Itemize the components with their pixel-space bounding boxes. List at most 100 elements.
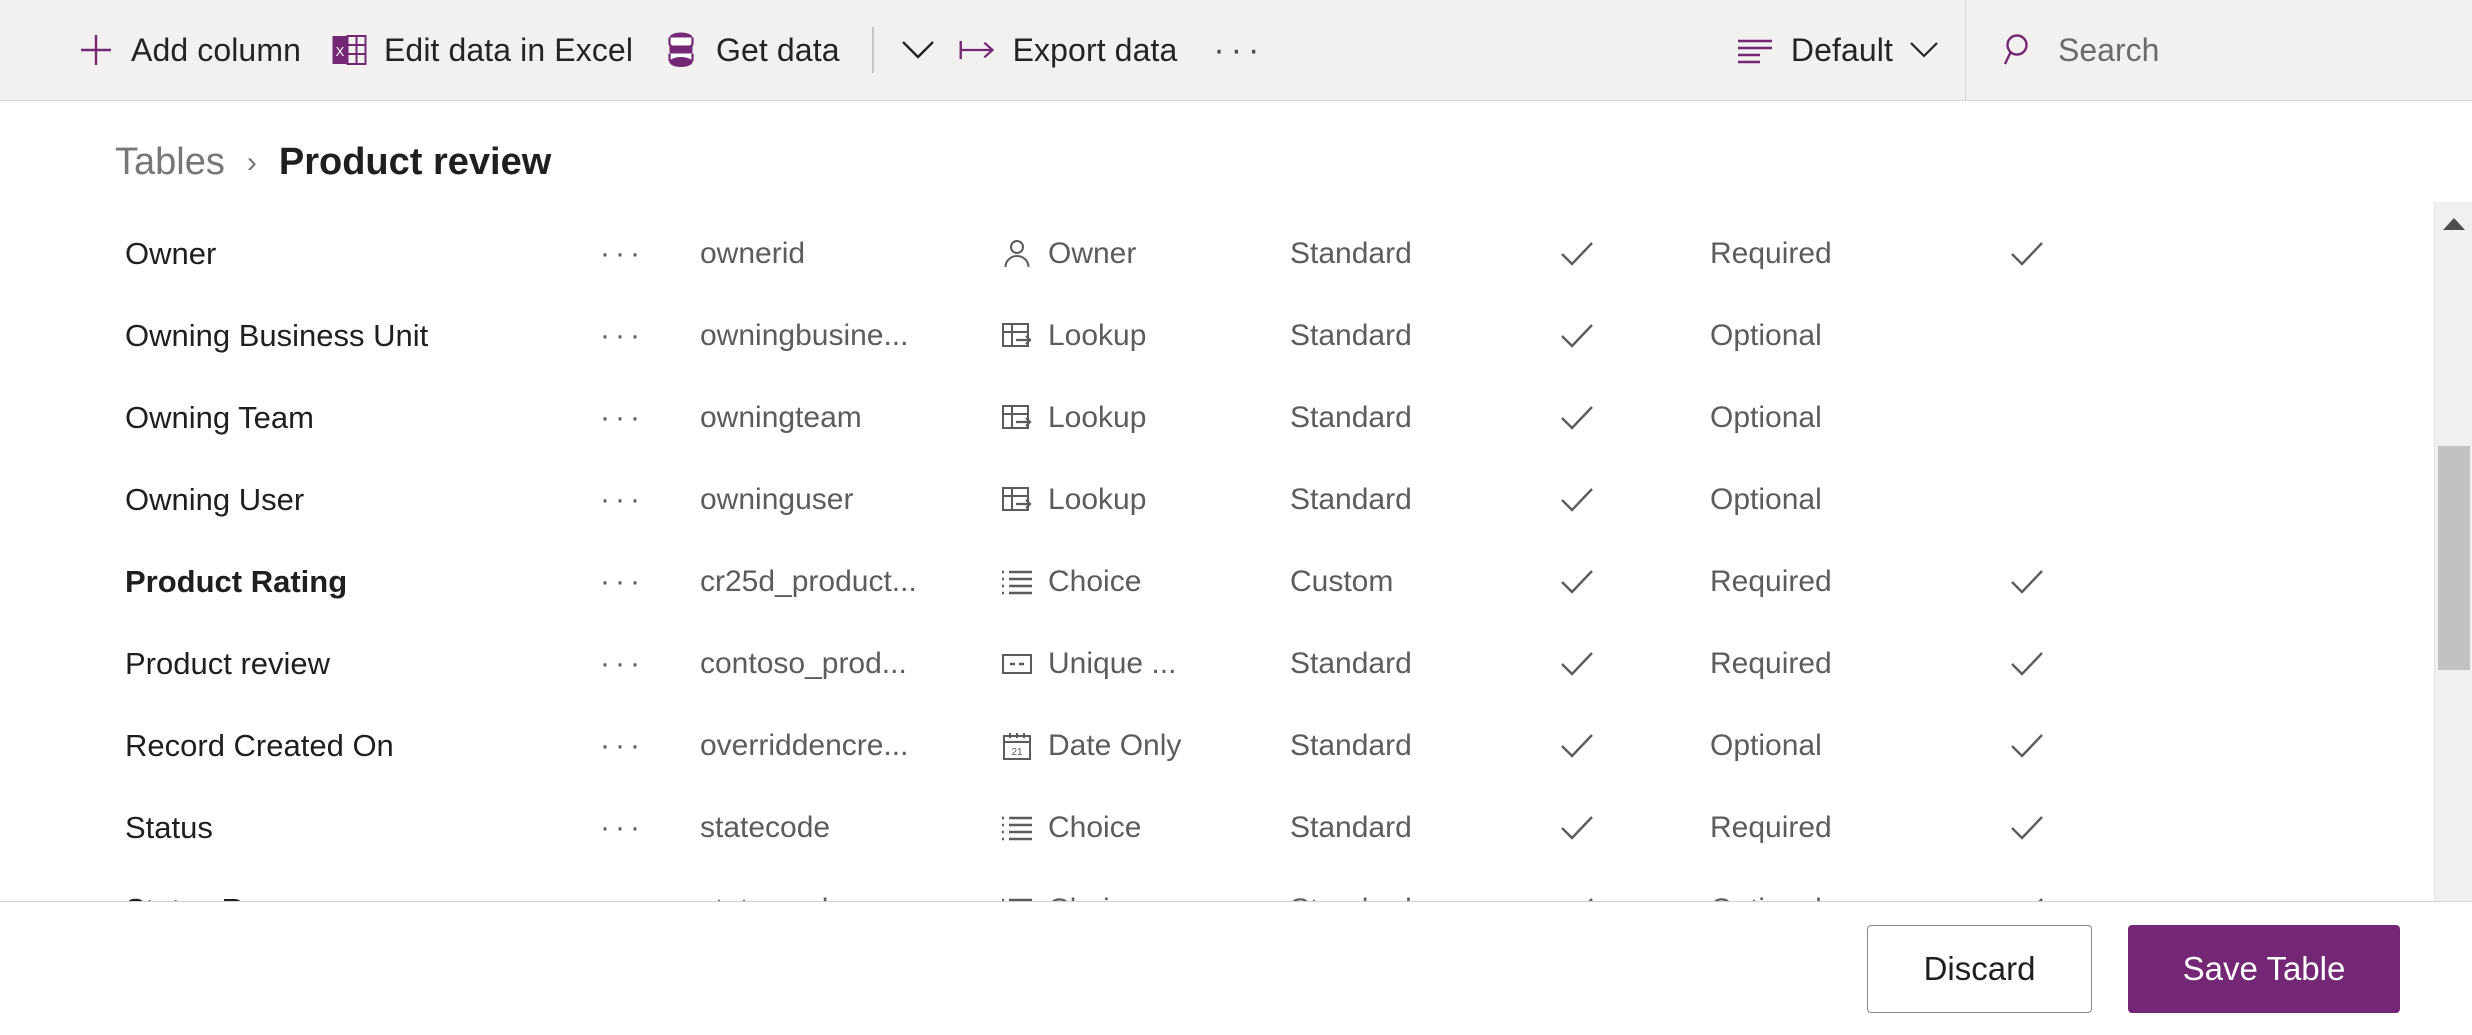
get-data-label: Get data	[716, 31, 840, 68]
export-data-label: Export data	[1012, 31, 1178, 68]
check-icon	[2010, 651, 2044, 677]
column-data-type: Owner	[1000, 237, 1290, 271]
search-input[interactable]: Search	[1966, 0, 2472, 100]
column-display-name: Owner	[125, 236, 217, 271]
table-row[interactable]: Status ··· statecode Choice Standard Required	[0, 787, 2434, 869]
command-bar-divider	[871, 27, 874, 73]
svg-text:21: 21	[1011, 747, 1023, 758]
view-chevron-down-icon	[1909, 40, 1939, 60]
column-customization: Standard	[1290, 647, 1412, 680]
get-data-chevron-down-icon[interactable]	[892, 0, 944, 100]
check-icon	[1560, 487, 1594, 513]
check-icon	[1560, 241, 1594, 267]
column-customization: Standard	[1290, 729, 1412, 762]
column-data-type: Lookup	[1000, 401, 1290, 435]
column-data-type-label: Lookup	[1048, 319, 1147, 352]
row-more-options-button[interactable]: ···	[600, 567, 700, 597]
column-searchable-check	[1560, 487, 1710, 513]
column-logical-name: statecode	[700, 811, 831, 844]
table-row[interactable]: Record Created On ··· overriddencre... 21 Da…	[0, 705, 2434, 787]
table-row[interactable]: Owning Team ··· owningteam Lookup Standard Op…	[0, 377, 2434, 459]
column-logical-name: contoso_prod...	[700, 647, 907, 680]
breadcrumb: Tables › Product review	[0, 101, 2472, 183]
scrollbar-thumb[interactable]	[2438, 446, 2470, 670]
row-more-options-button[interactable]: ···	[600, 813, 700, 843]
edit-data-in-excel-button[interactable]: X Edit data in Excel	[315, 0, 647, 100]
add-column-button[interactable]: Add column	[62, 0, 315, 100]
command-bar: Add column X Edit data in Excel Get data…	[0, 0, 2472, 101]
get-data-button[interactable]: Get data	[647, 0, 854, 100]
column-logical-name: owningbusine...	[700, 319, 909, 352]
discard-button[interactable]: Discard	[1867, 924, 2092, 1013]
lookup-icon	[1000, 483, 1034, 517]
search-icon	[2002, 32, 2038, 68]
column-display-name: Owning Business Unit	[125, 318, 429, 353]
column-data-type-label: Owner	[1048, 237, 1137, 270]
row-more-options-button[interactable]: ···	[600, 485, 700, 515]
row-more-options-button[interactable]: ···	[600, 321, 700, 351]
row-more-options-button[interactable]: ···	[600, 239, 700, 269]
export-arrow-icon	[958, 30, 998, 70]
column-customization: Standard	[1290, 811, 1412, 844]
calendar-icon: 21	[1000, 729, 1034, 763]
choice-icon	[1000, 811, 1034, 845]
column-display-name: Record Created On	[125, 728, 394, 763]
export-data-button[interactable]: Export data	[944, 0, 1192, 100]
column-requirement: Required	[1710, 237, 1832, 270]
table-row[interactable]: Product review ··· contoso_prod... Unique .…	[0, 623, 2434, 705]
column-data-type: Lookup	[1000, 483, 1290, 517]
scroll-up-arrow-icon[interactable]	[2435, 204, 2472, 244]
breadcrumb-separator-icon: ›	[246, 146, 257, 179]
column-searchable-check	[1560, 405, 1710, 431]
column-data-type-label: Unique ...	[1048, 647, 1177, 680]
column-data-type-label: Date Only	[1048, 729, 1182, 762]
save-table-button[interactable]: Save Table	[2128, 924, 2400, 1013]
table-row[interactable]: Owning User ··· owninguser Lookup Standard Op…	[0, 459, 2434, 541]
excel-icon: X	[329, 30, 369, 70]
column-logical-name: cr25d_product...	[700, 565, 917, 598]
check-icon	[1560, 405, 1594, 431]
column-requirement: Required	[1710, 811, 1832, 844]
column-data-type: 21 Date Only	[1000, 729, 1290, 763]
footer-action-bar: Discard Save Table	[0, 901, 2472, 1035]
check-icon	[1560, 733, 1594, 759]
column-requirement: Optional	[1710, 401, 1822, 434]
check-icon	[1560, 569, 1594, 595]
table-row[interactable]: Owning Business Unit ··· owningbusine... Lo…	[0, 295, 2434, 377]
check-icon	[2010, 241, 2044, 267]
grid-vertical-scrollbar[interactable]	[2434, 202, 2472, 1002]
column-display-name: Product Rating	[125, 564, 348, 599]
column-logical-name: overriddencre...	[700, 729, 909, 762]
view-selector-label: Default	[1790, 31, 1893, 68]
column-last-check	[2010, 241, 2160, 267]
breadcrumb-tables-link[interactable]: Tables	[115, 141, 225, 184]
row-more-options-button[interactable]: ···	[600, 403, 700, 433]
more-commands-button[interactable]: ···	[1191, 0, 1287, 100]
database-icon	[661, 30, 701, 70]
view-lines-icon	[1736, 30, 1776, 70]
plus-icon	[76, 30, 116, 70]
edit-data-in-excel-label: Edit data in Excel	[383, 31, 634, 68]
person-icon	[1000, 237, 1034, 271]
column-searchable-check	[1560, 651, 1710, 677]
column-requirement: Optional	[1710, 319, 1822, 352]
command-bar-right-group: Default Search	[1696, 0, 2472, 101]
row-more-options-button[interactable]: ···	[600, 731, 700, 761]
check-icon	[2010, 815, 2044, 841]
columns-grid: Owner ··· ownerid Owner Standard Required Owni…	[0, 213, 2434, 903]
check-icon	[2010, 733, 2044, 759]
check-icon	[1560, 323, 1594, 349]
table-row[interactable]: Status Reason···statuscodeChoiceStandard…	[0, 869, 2434, 903]
column-customization: Standard	[1290, 319, 1412, 352]
row-more-options-button[interactable]: ···	[600, 649, 700, 679]
column-requirement: Required	[1710, 565, 1832, 598]
table-row[interactable]: Product Rating ··· cr25d_product... Choice C…	[0, 541, 2434, 623]
column-data-type: Choice	[1000, 811, 1290, 845]
column-display-name: Product review	[125, 646, 331, 681]
column-data-type: Lookup	[1000, 319, 1290, 353]
column-display-name: Owning Team	[125, 400, 314, 435]
column-customization: Standard	[1290, 237, 1412, 270]
view-selector-button[interactable]: Default	[1696, 0, 1965, 100]
column-customization: Custom	[1290, 565, 1394, 598]
table-row[interactable]: Owner ··· ownerid Owner Standard Required	[0, 213, 2434, 295]
